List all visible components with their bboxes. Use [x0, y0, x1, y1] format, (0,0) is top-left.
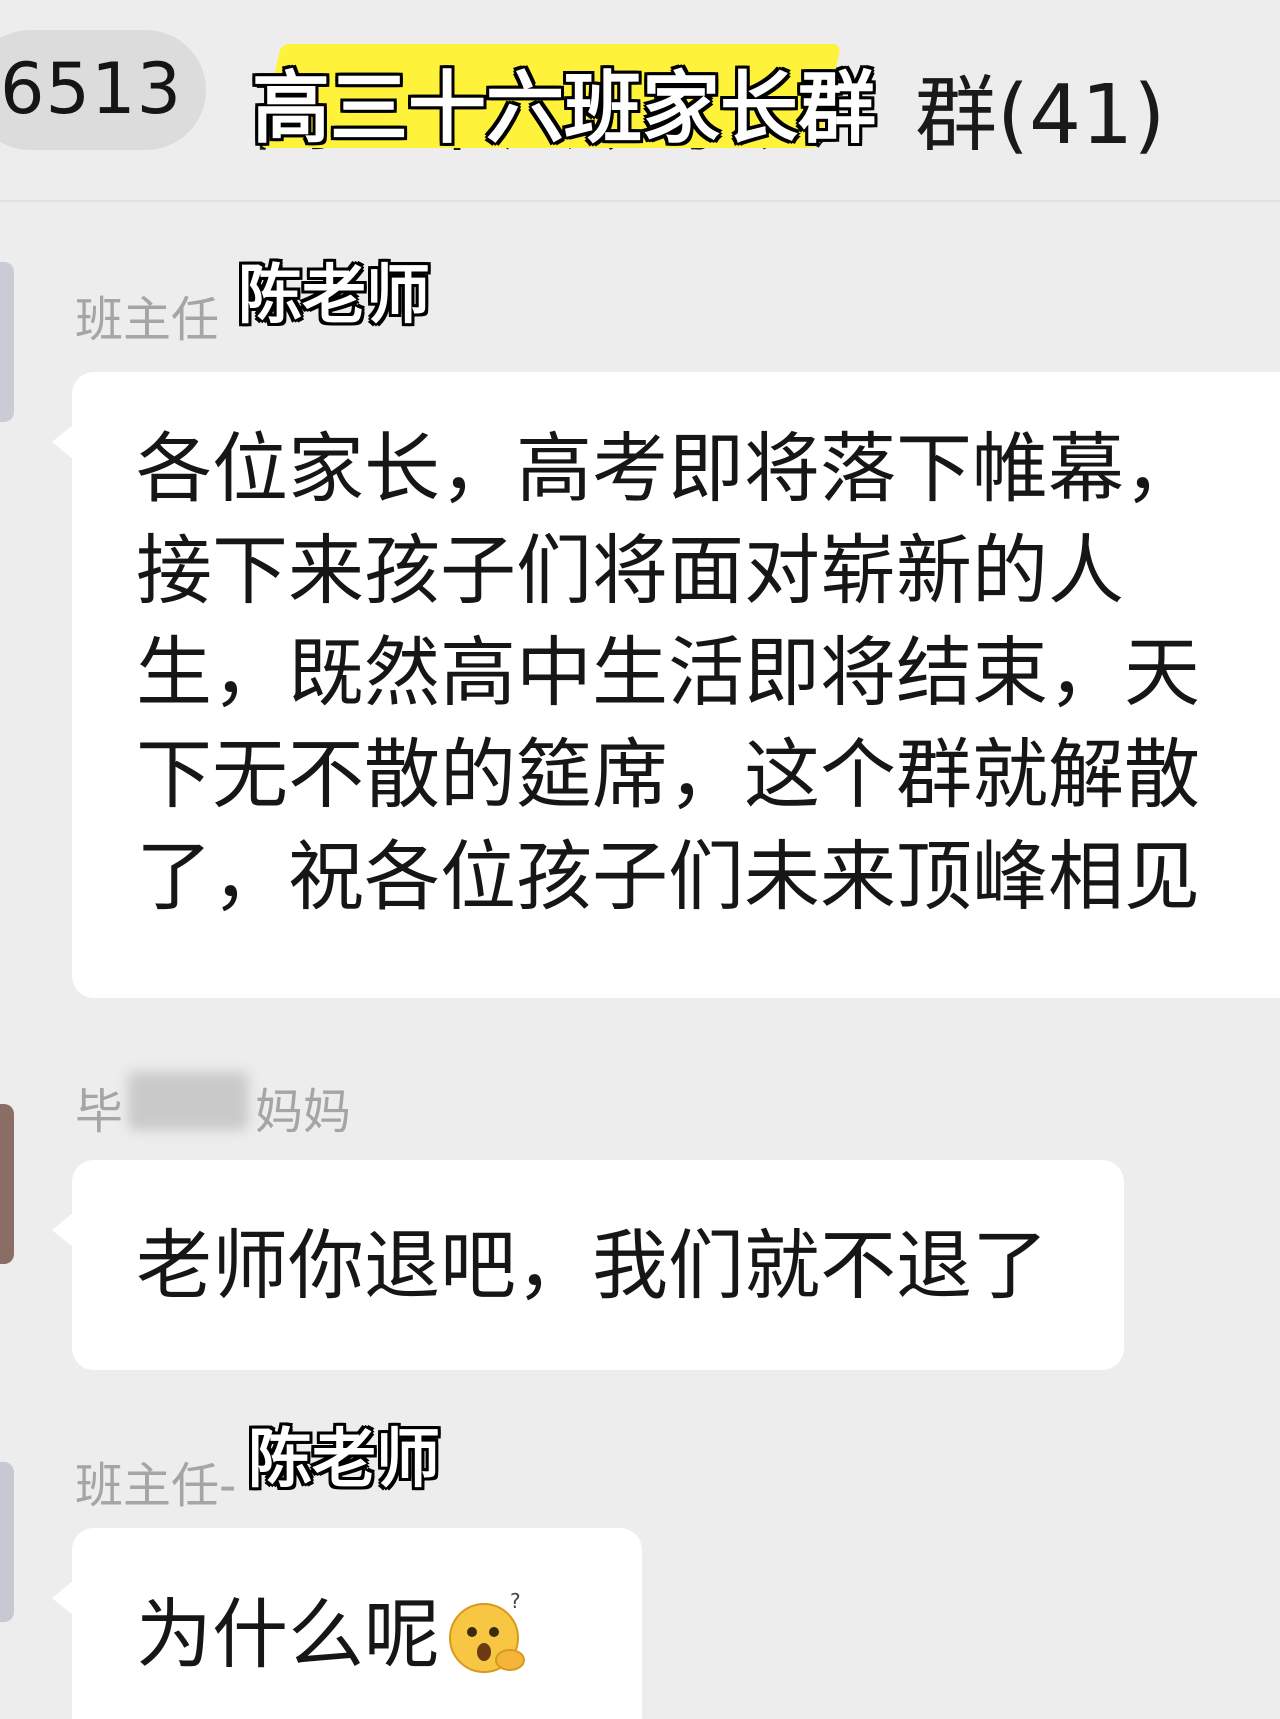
thinking-face-icon: ?	[444, 1589, 532, 1678]
message-bubble[interactable]: 为什么呢 ?	[52, 1528, 642, 1719]
blurred-name	[128, 1072, 248, 1130]
chat-header: 6513 高三十六班家长 高三十六班家长群 群(41)	[0, 0, 1280, 202]
message-bubble[interactable]: 老师你退吧，我们就不退了	[52, 1160, 1124, 1370]
sender-name-suffix: 妈妈	[255, 1084, 352, 1140]
avatar[interactable]	[0, 1104, 14, 1264]
avatar[interactable]	[0, 1462, 14, 1622]
message-text: 各位家长，高考即将落下帷幕， 接下来孩子们将面对崭新的人 生，既然高中生活即将结…	[136, 424, 1200, 921]
message-text: 老师你退吧，我们就不退了	[136, 1221, 1048, 1310]
message-text-content: 为什么呢	[136, 1590, 440, 1679]
svg-text:?: ?	[510, 1590, 521, 1613]
member-count: 群(41)	[915, 68, 1166, 163]
sender-name: 班主任-	[75, 1458, 237, 1514]
chat-title: 高三十六班家长群	[252, 64, 877, 154]
sender-name: 班主任	[75, 292, 220, 348]
chat-screen: 6513 高三十六班家长 高三十六班家长群 群(41) 班主任 陈老师 各位家长…	[0, 0, 1280, 1719]
avatar[interactable]	[0, 262, 14, 422]
sender-name-prefix: 毕	[75, 1084, 124, 1140]
message-bubble[interactable]: 各位家长，高考即将落下帷幕， 接下来孩子们将面对崭新的人 生，既然高中生活即将结…	[52, 372, 1280, 998]
sender-name-overlay: 陈老师	[248, 1423, 440, 1497]
message-text: 为什么呢 ?	[136, 1584, 642, 1686]
sender-name-overlay: 陈老师	[238, 259, 430, 333]
unread-count: 6513	[0, 48, 183, 130]
